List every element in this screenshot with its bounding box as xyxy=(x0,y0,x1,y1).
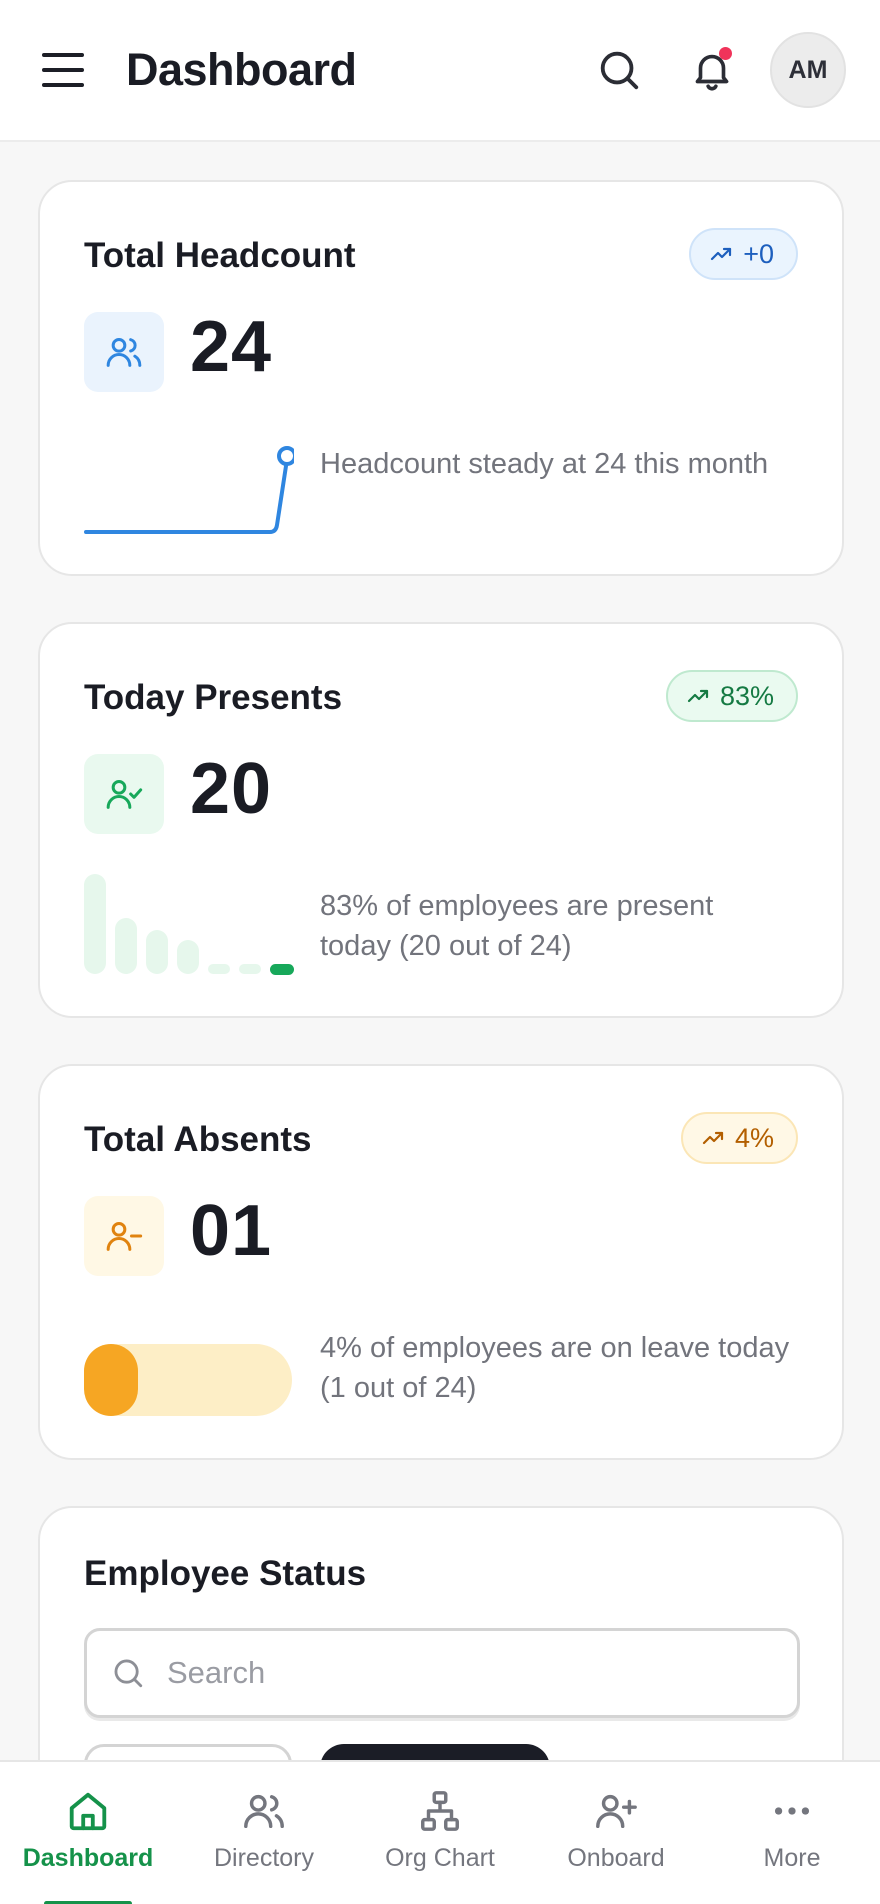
chart-bar xyxy=(177,940,199,974)
menu-icon[interactable] xyxy=(42,50,84,90)
headcount-value: 24 xyxy=(190,307,273,387)
chart-bar xyxy=(146,930,168,974)
card-title: Total Absents xyxy=(84,1120,312,1159)
nav-label: Org Chart xyxy=(385,1844,495,1872)
card-title: Employee Status xyxy=(84,1554,367,1593)
employee-search-input[interactable] xyxy=(167,1655,727,1691)
trend-up-icon xyxy=(687,689,709,703)
chart-bar xyxy=(208,964,230,974)
trend-badge-value: +0 xyxy=(743,238,774,269)
nav-item-more[interactable]: More xyxy=(704,1762,880,1904)
user-minus-icon xyxy=(84,1196,164,1276)
notifications-button[interactable] xyxy=(682,40,742,100)
trend-up-icon xyxy=(702,1131,724,1145)
trend-badge-value: 83% xyxy=(719,680,774,711)
top-app-bar: Dashboard AM xyxy=(0,0,880,142)
user-plus-icon xyxy=(596,1794,637,1829)
chart-bar-current xyxy=(270,964,294,975)
absents-progress-fill xyxy=(84,1344,138,1416)
chart-bar xyxy=(84,874,106,974)
headcount-trend-line xyxy=(84,446,294,534)
presents-card[interactable]: Today Presents 83% 20 83% of employees a… xyxy=(38,622,844,1018)
nav-label: Directory xyxy=(213,1844,314,1872)
absents-card[interactable]: Total Absents 4% 01 4% of employees are … xyxy=(38,1064,844,1460)
chart-bar xyxy=(115,918,137,974)
presents-bar-chart xyxy=(84,874,294,975)
search-button[interactable] xyxy=(589,40,649,100)
org-chart-icon xyxy=(421,1791,459,1831)
nav-label: Onboard xyxy=(567,1844,665,1872)
trend-badge: +0 xyxy=(689,228,798,280)
trend-badge: 83% xyxy=(665,670,798,722)
card-title: Total Headcount xyxy=(84,236,356,275)
nav-item-org-chart[interactable]: Org Chart xyxy=(352,1762,528,1904)
card-title: Today Presents xyxy=(84,678,343,717)
headcount-card[interactable]: Total Headcount +0 24 Headcount steady a… xyxy=(38,180,844,576)
employee-search-field[interactable] xyxy=(84,1628,800,1718)
trend-badge: 4% xyxy=(680,1112,798,1164)
card-description: Headcount steady at 24 this month xyxy=(320,448,769,480)
users-icon xyxy=(84,312,164,392)
card-description: 83% of employees are present today (20 o… xyxy=(320,890,714,962)
nav-item-onboard[interactable]: Onboard xyxy=(528,1762,704,1904)
notification-dot xyxy=(719,47,732,60)
presents-value: 20 xyxy=(190,749,273,829)
absents-value: 01 xyxy=(190,1191,273,1271)
nav-item-dashboard[interactable]: Dashboard xyxy=(0,1762,176,1904)
nav-item-directory[interactable]: Directory xyxy=(176,1762,352,1904)
user-check-icon xyxy=(84,754,164,834)
avatar[interactable]: AM xyxy=(770,32,846,108)
more-icon xyxy=(774,1807,810,1815)
absents-progress-bar xyxy=(84,1344,292,1416)
card-description: 4% of employees are on leave today (1 ou… xyxy=(320,1332,790,1404)
search-icon xyxy=(600,51,639,90)
bottom-navigation: Dashboard Directory Org Chart Onboard Mo… xyxy=(0,1760,880,1904)
trend-badge-value: 4% xyxy=(734,1122,774,1153)
users-icon xyxy=(244,1794,284,1829)
search-icon xyxy=(114,1659,143,1688)
page-title: Dashboard xyxy=(126,44,357,95)
trend-up-icon xyxy=(711,247,732,261)
home-icon xyxy=(69,1792,107,1831)
nav-label: Dashboard xyxy=(22,1844,154,1872)
nav-label: More xyxy=(763,1844,821,1872)
chart-bar xyxy=(239,964,261,974)
